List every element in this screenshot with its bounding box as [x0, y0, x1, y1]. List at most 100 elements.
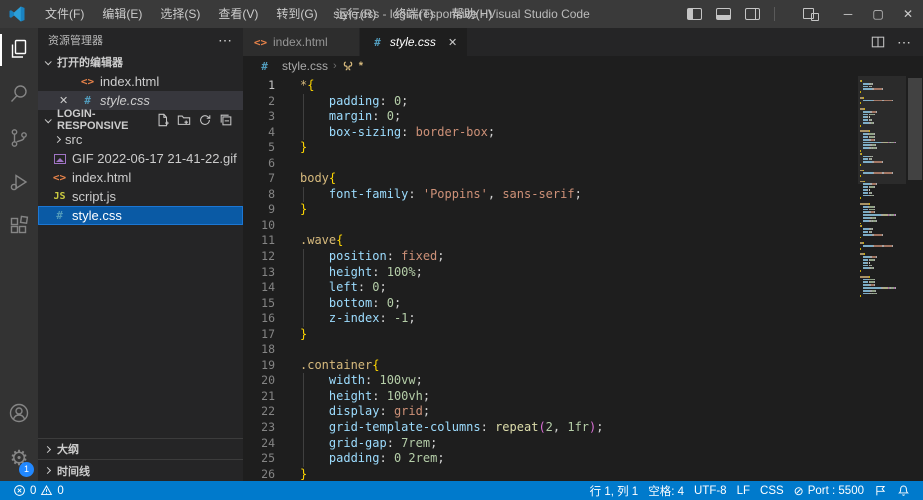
titlebar-separator	[774, 7, 775, 21]
eol-sequence[interactable]: LF	[732, 485, 755, 497]
line-number: 18	[243, 342, 289, 358]
code-line[interactable]: 26}	[243, 467, 858, 481]
menu-item-查看[interactable]: 查看(V)	[209, 0, 267, 28]
line-number: 5	[243, 140, 289, 156]
toggle-panel-icon[interactable]	[716, 8, 731, 20]
tab-style.css[interactable]: #style.css✕	[360, 28, 468, 56]
tree-item-index.html[interactable]: <>index.html	[38, 168, 243, 187]
image-file-icon	[54, 154, 66, 164]
customize-layout-icon[interactable]	[803, 8, 819, 21]
close-button[interactable]: ✕	[893, 0, 923, 28]
settings-gear-icon[interactable]: ⚙ 1	[0, 435, 38, 481]
code-line[interactable]: 10	[243, 218, 858, 234]
code-line[interactable]: 24 grid-gap: 7rem;	[243, 436, 858, 452]
status-bar: 0 0 行 1, 列 1 空格: 4 UTF-8 LF CSS ⊘ Port :…	[0, 481, 923, 500]
menu-item-文件[interactable]: 文件(F)	[36, 0, 93, 28]
account-icon[interactable]	[0, 391, 38, 435]
split-editor-icon[interactable]	[871, 35, 885, 49]
toggle-secondary-sidebar-icon[interactable]	[745, 8, 760, 20]
outline-section[interactable]: 大纲	[38, 439, 243, 460]
new-folder-icon[interactable]	[177, 113, 191, 127]
code-line[interactable]: 3 margin: 0;	[243, 109, 858, 125]
code-line[interactable]: 23 grid-template-columns: repeat(2, 1fr)…	[243, 420, 858, 436]
minimize-button[interactable]: ─	[833, 0, 863, 28]
code-line[interactable]: 5}	[243, 140, 858, 156]
code-line[interactable]: 7body{	[243, 171, 858, 187]
chevron-right-icon	[44, 467, 51, 474]
tab-label: style.css	[390, 35, 436, 49]
run-debug-icon[interactable]	[0, 160, 38, 204]
line-number: 21	[243, 389, 289, 405]
code-line[interactable]: 14 left: 0;	[243, 280, 858, 296]
tree-item-style.css[interactable]: #style.css	[38, 206, 243, 225]
cursor-position[interactable]: 行 1, 列 1	[585, 483, 644, 499]
notifications-button[interactable]	[892, 484, 915, 497]
line-number: 9	[243, 202, 289, 218]
code-line[interactable]: 9}	[243, 202, 858, 218]
code-line[interactable]: 25 padding: 0 2rem;	[243, 451, 858, 467]
toggle-sidebar-icon[interactable]	[687, 8, 702, 20]
code-line[interactable]: 2 padding: 0;	[243, 94, 858, 110]
code-line[interactable]: 17}	[243, 327, 858, 343]
menu-item-转到[interactable]: 转到(G)	[267, 0, 326, 28]
code-line[interactable]: 18	[243, 342, 858, 358]
new-file-icon[interactable]	[156, 113, 170, 127]
code-line[interactable]: 19.container{	[243, 358, 858, 374]
code-line[interactable]: 22 display: grid;	[243, 404, 858, 420]
problems-indicator[interactable]: 0 0	[8, 484, 69, 497]
timeline-section[interactable]: 时间线	[38, 460, 243, 481]
explorer-sidebar: 资源管理器 ⋯ 打开的编辑器 <>index.html✕#style.css L…	[38, 28, 243, 481]
tab-index.html[interactable]: <>index.html✕	[243, 28, 360, 56]
collapse-all-icon[interactable]	[219, 113, 233, 127]
tab-label: index.html	[273, 35, 328, 49]
explorer-icon[interactable]	[0, 28, 38, 72]
scrollbar-thumb[interactable]	[908, 78, 922, 180]
code-editor[interactable]: 1*{2 padding: 0;3 margin: 0;4 box-sizing…	[243, 76, 858, 481]
code-line[interactable]: 15 bottom: 0;	[243, 296, 858, 312]
breadcrumb[interactable]: # style.css › *	[243, 56, 923, 76]
menu-item-编辑[interactable]: 编辑(E)	[93, 0, 151, 28]
feedback-button[interactable]	[869, 484, 892, 497]
language-mode[interactable]: CSS	[755, 485, 789, 497]
code-line[interactable]: 4 box-sizing: border-box;	[243, 125, 858, 141]
line-number: 22	[243, 404, 289, 420]
code-line[interactable]: 13 height: 100%;	[243, 265, 858, 281]
extensions-icon[interactable]	[0, 204, 38, 248]
live-server-port[interactable]: ⊘ Port : 5500	[789, 485, 869, 497]
open-editors-section[interactable]: 打开的编辑器	[38, 52, 243, 72]
html-file-icon: <>	[253, 36, 268, 49]
tree-item-src[interactable]: src	[38, 130, 243, 149]
search-icon[interactable]	[0, 72, 38, 116]
tree-item-script.js[interactable]: JSscript.js	[38, 187, 243, 206]
code-line[interactable]: 11.wave{	[243, 233, 858, 249]
encoding[interactable]: UTF-8	[689, 485, 732, 497]
breadcrumb-file[interactable]: style.css	[282, 59, 328, 73]
editor-more-actions-icon[interactable]: ⋯	[897, 34, 911, 51]
indentation[interactable]: 空格: 4	[643, 483, 689, 499]
code-line[interactable]: 6	[243, 156, 858, 172]
source-control-icon[interactable]	[0, 116, 38, 160]
minimap[interactable]	[858, 76, 906, 481]
window-title: style.css - login-responsive - Visual St…	[333, 0, 590, 28]
close-icon[interactable]: ✕	[59, 94, 68, 107]
breadcrumb-symbol[interactable]: *	[359, 60, 363, 72]
code-line[interactable]: 16 z-index: -1;	[243, 311, 858, 327]
code-line[interactable]: 21 height: 100vh;	[243, 389, 858, 405]
code-line[interactable]: 8 font-family: 'Poppins', sans-serif;	[243, 187, 858, 203]
chevron-down-icon	[45, 58, 52, 65]
code-line[interactable]: 12 position: fixed;	[243, 249, 858, 265]
code-line[interactable]: 20 width: 100vw;	[243, 373, 858, 389]
maximize-button[interactable]: ▢	[863, 0, 893, 28]
file-label: src	[65, 132, 82, 147]
tree-item-GIF 2022-06-17 21-41-22.gif[interactable]: GIF 2022-06-17 21-41-22.gif	[38, 149, 243, 168]
editor-scrollbar[interactable]	[906, 76, 923, 481]
folder-section[interactable]: LOGIN-RESPONSIVE	[38, 110, 243, 130]
tab-close-icon[interactable]: ✕	[448, 36, 457, 49]
css-file-icon: #	[80, 94, 95, 107]
refresh-icon[interactable]	[198, 113, 212, 127]
bell-icon	[897, 484, 910, 497]
sidebar-more-actions-icon[interactable]: ⋯	[218, 32, 233, 49]
code-line[interactable]: 1*{	[243, 78, 858, 94]
open-editor-index.html[interactable]: <>index.html	[38, 72, 243, 91]
menu-item-选择[interactable]: 选择(S)	[151, 0, 209, 28]
